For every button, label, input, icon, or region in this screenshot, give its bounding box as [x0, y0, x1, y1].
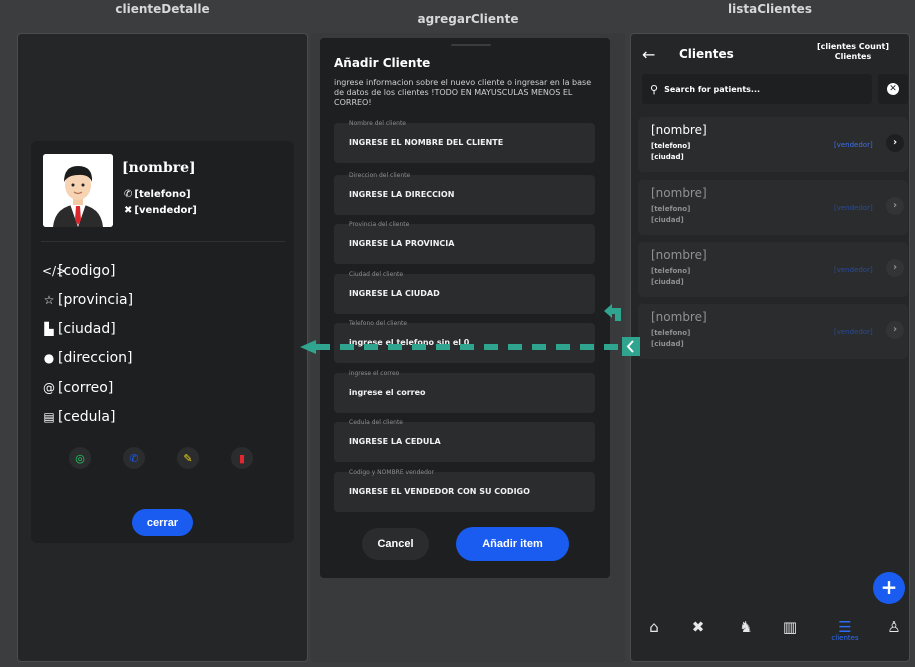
flow-connector — [300, 304, 640, 356]
